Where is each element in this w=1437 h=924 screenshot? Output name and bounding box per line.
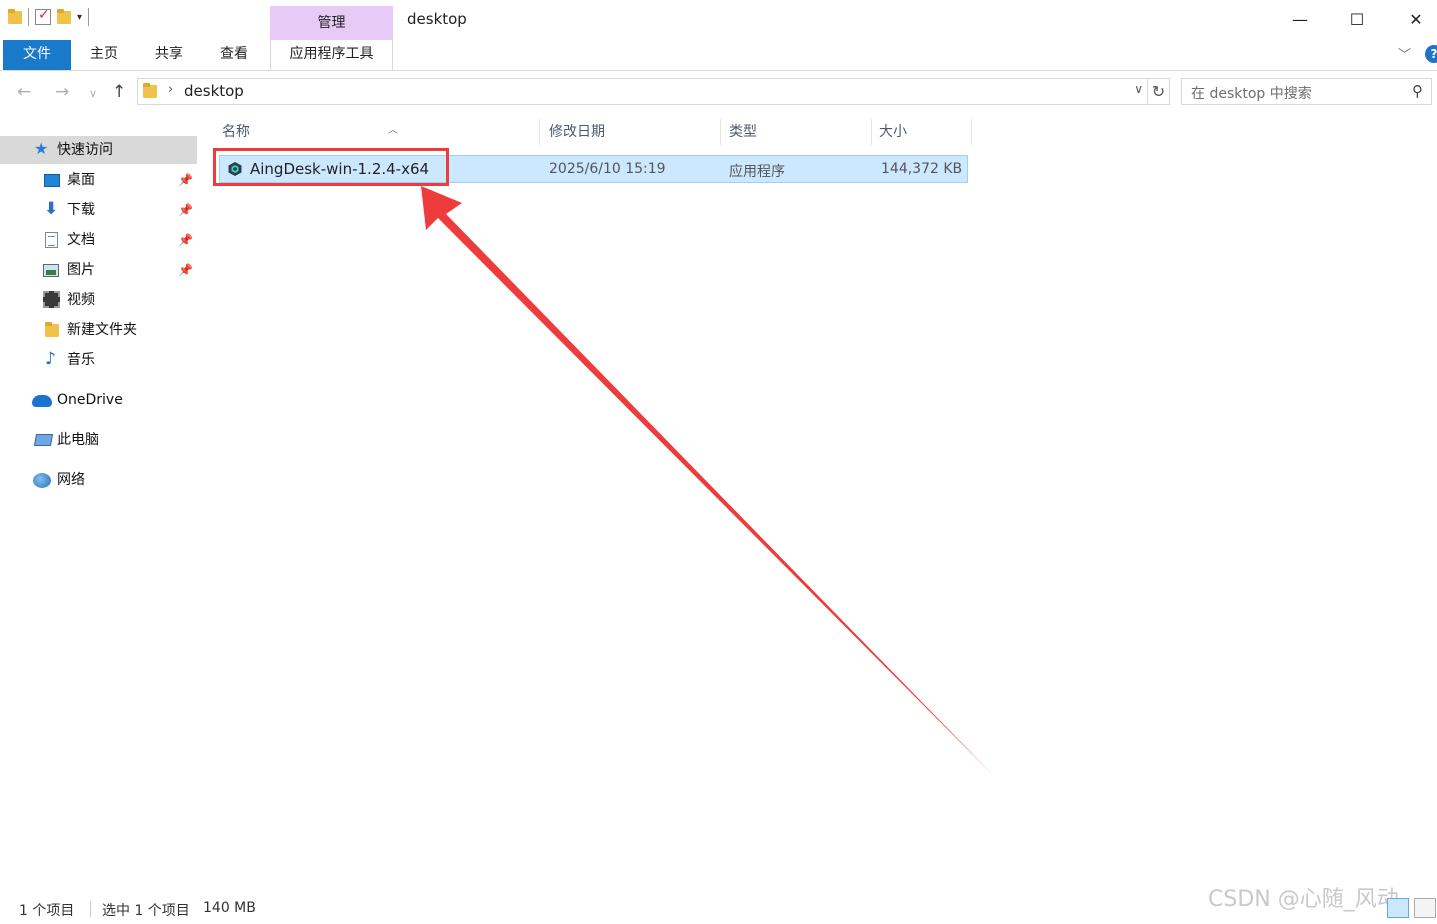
details-view-button[interactable] <box>1387 898 1409 918</box>
status-divider <box>90 901 91 917</box>
status-item-count: 1 个项目 <box>19 903 75 919</box>
annotation-arrow <box>421 186 993 775</box>
status-selection: 选中 1 个项目 <box>102 903 190 919</box>
large-icons-view-button[interactable] <box>1414 898 1436 918</box>
status-selection-size: 140 MB <box>203 900 256 916</box>
watermark: CSDN @心随_风动 <box>1208 887 1399 912</box>
